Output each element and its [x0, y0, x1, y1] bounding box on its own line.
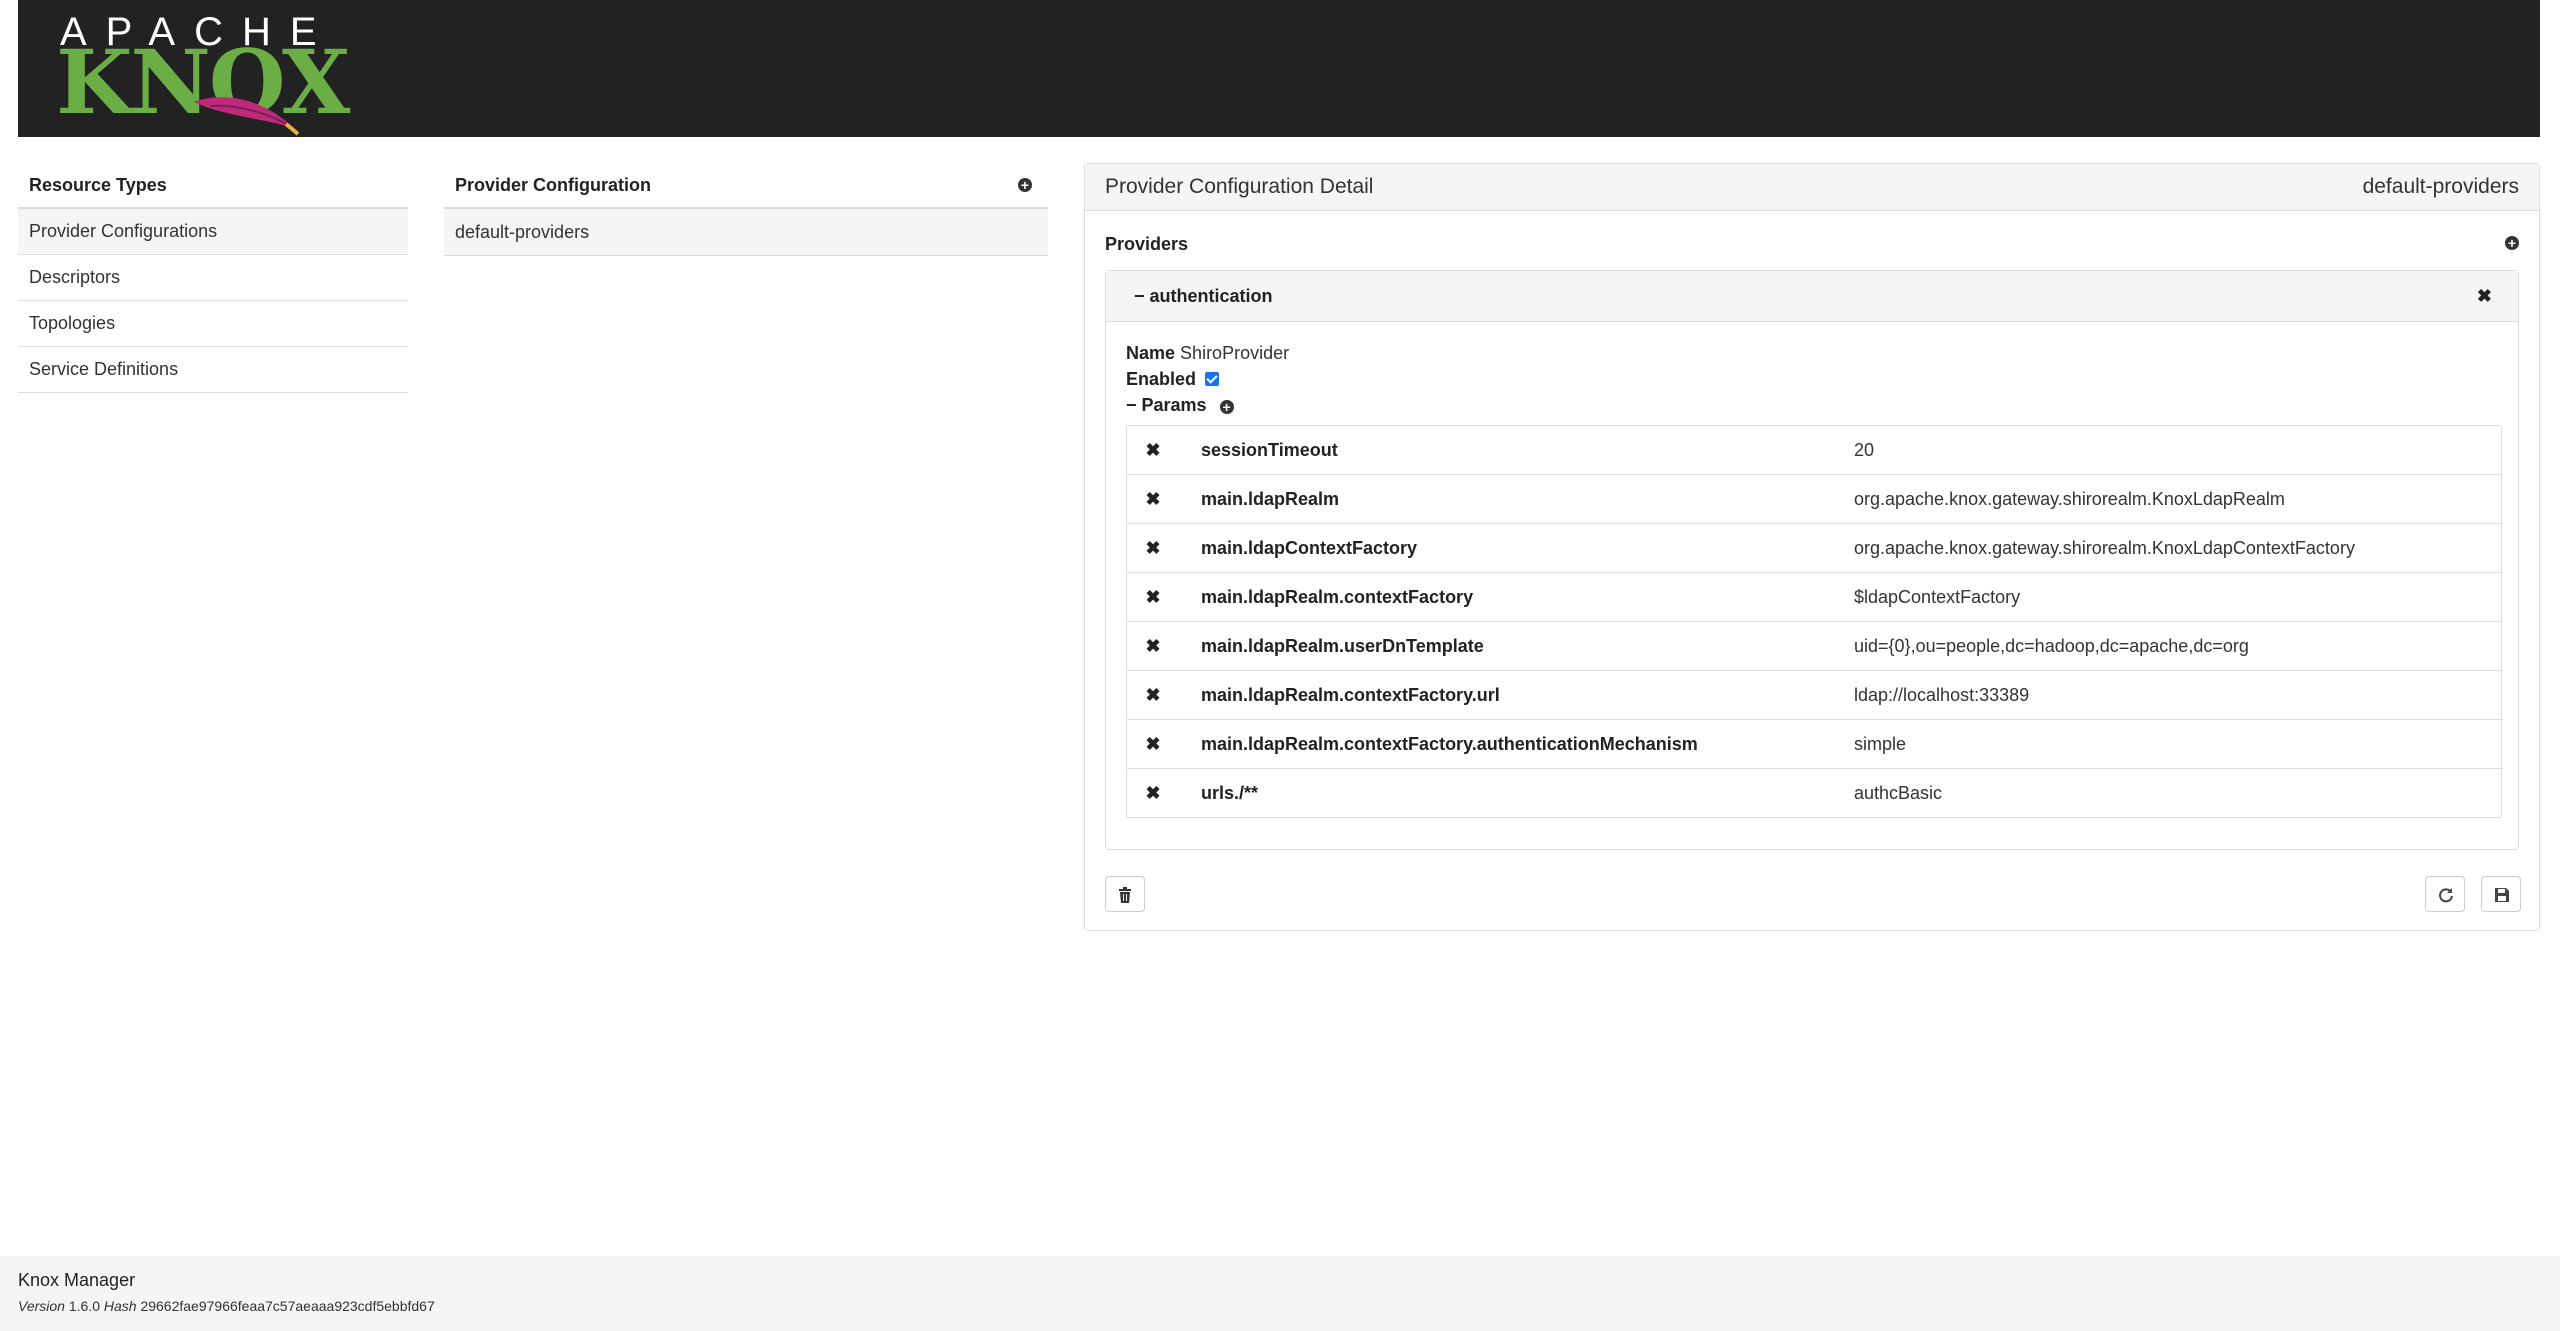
sidebar-item-descriptors[interactable]: Descriptors	[18, 255, 408, 301]
trash-icon	[1119, 887, 1131, 903]
param-value[interactable]: org.apache.knox.gateway.shirorealm.KnoxL…	[1854, 475, 2285, 523]
param-row: ✖ main.ldapRealm.contextFactory.authenti…	[1127, 720, 2501, 769]
provider-name-row: Name ShiroProvider	[1126, 343, 1289, 364]
remove-param-close-icon[interactable]: ✖	[1143, 426, 1163, 474]
param-value[interactable]: 20	[1854, 426, 1874, 474]
param-row: ✖ main.ldapContextFactory org.apache.kno…	[1127, 524, 2501, 573]
delete-config-button[interactable]	[1105, 876, 1145, 912]
footer-version-info: Version 1.6.0 Hash 29662fae97966feaa7c57…	[18, 1298, 435, 1314]
remove-param-close-icon[interactable]: ✖	[1143, 671, 1163, 719]
param-key: main.ldapContextFactory	[1201, 538, 1418, 558]
param-row: ✖ sessionTimeout 20	[1127, 426, 2501, 475]
param-value[interactable]: authcBasic	[1854, 769, 1942, 817]
provider-role-toggle[interactable]: − authentication	[1134, 286, 1273, 306]
remove-param-close-icon[interactable]: ✖	[1143, 524, 1163, 572]
params-toggle[interactable]: − Params	[1126, 395, 1207, 415]
version-value: 1.6.0	[68, 1298, 100, 1314]
sidebar-item-provider-configurations[interactable]: Provider Configurations	[18, 209, 408, 255]
provider-name-value: ShiroProvider	[1180, 343, 1290, 363]
provider-config-item-default-providers[interactable]: default-providers	[444, 209, 1048, 256]
param-row: ✖ main.ldapRealm.userDnTemplate uid={0},…	[1127, 622, 2501, 671]
detail-header: Provider Configuration Detail default-pr…	[1085, 164, 2539, 211]
params-table: ✖ sessionTimeout 20 ✖ main.ldapRealm org…	[1126, 425, 2502, 818]
detail-config-name: default-providers	[2362, 175, 2519, 198]
apache-feather-icon	[194, 97, 300, 136]
param-value[interactable]: simple	[1854, 720, 1906, 768]
footer-app-name: Knox Manager	[18, 1270, 136, 1290]
add-provider-plus-circle-icon[interactable]: +	[2505, 236, 2519, 250]
provider-enabled-label: Enabled	[1126, 369, 1197, 389]
remove-param-close-icon[interactable]: ✖	[1143, 622, 1163, 670]
param-key: urls./**	[1201, 783, 1259, 803]
remove-param-close-icon[interactable]: ✖	[1143, 769, 1163, 817]
detail-title: Provider Configuration Detail	[1105, 175, 1374, 198]
sidebar-item-service-definitions[interactable]: Service Definitions	[18, 347, 408, 393]
param-key: sessionTimeout	[1201, 440, 1338, 460]
remove-param-close-icon[interactable]: ✖	[1143, 475, 1163, 523]
remove-provider-close-icon[interactable]: ✖	[2477, 271, 2492, 321]
param-key: main.ldapRealm.userDnTemplate	[1201, 636, 1484, 656]
providers-label: Providers	[1105, 234, 1189, 254]
remove-param-close-icon[interactable]: ✖	[1143, 720, 1163, 768]
provider-enabled-checkbox[interactable]	[1205, 372, 1220, 386]
param-row: ✖ main.ldapRealm.contextFactory.url ldap…	[1127, 671, 2501, 720]
param-key: main.ldapRealm.contextFactory.authentica…	[1201, 734, 1698, 754]
param-key: main.ldapRealm.contextFactory	[1201, 587, 1474, 607]
authentication-provider-panel: − authentication ✖ Name ShiroProvider En…	[1105, 270, 2519, 850]
provider-enabled-row: Enabled	[1126, 369, 1220, 390]
hash-value: 29662fae97966feaa7c57aeaaa923cdf5ebbfd67	[140, 1298, 435, 1314]
param-value[interactable]: ldap://localhost:33389	[1854, 671, 2029, 719]
sidebar-title: Resource Types	[18, 163, 408, 209]
add-param-plus-circle-icon[interactable]: +	[1219, 400, 1234, 414]
authentication-provider-header[interactable]: − authentication ✖	[1106, 271, 2518, 322]
sidebar-item-topologies[interactable]: Topologies	[18, 301, 408, 347]
resource-types-sidebar: Resource Types Provider Configurations D…	[18, 163, 408, 393]
refresh-config-button[interactable]	[2425, 876, 2465, 912]
param-row: ✖ main.ldapRealm.contextFactory $ldapCon…	[1127, 573, 2501, 622]
param-value[interactable]: uid={0},ou=people,dc=hadoop,dc=apache,dc…	[1854, 622, 2249, 670]
floppy-disk-icon	[2495, 888, 2509, 902]
provider-configuration-detail: Provider Configuration Detail default-pr…	[1084, 163, 2540, 931]
provider-configuration-list: Provider Configuration + default-provide…	[444, 163, 1048, 256]
param-row: ✖ urls./** authcBasic	[1127, 769, 2501, 817]
provider-list-title: Provider Configuration	[455, 175, 652, 195]
hash-label: Hash	[103, 1298, 137, 1314]
param-key: main.ldapRealm	[1201, 489, 1340, 509]
params-row: − Params +	[1126, 395, 1234, 416]
remove-param-close-icon[interactable]: ✖	[1143, 573, 1163, 621]
version-label: Version	[18, 1298, 65, 1314]
provider-name-label: Name	[1126, 343, 1176, 363]
param-key: main.ldapRealm.contextFactory.url	[1201, 685, 1500, 705]
param-value[interactable]: $ldapContextFactory	[1854, 573, 2020, 621]
app-header: APACHE KNOX	[18, 0, 2540, 137]
add-provider-config-plus-circle-icon[interactable]: +	[1018, 178, 1032, 192]
param-row: ✖ main.ldapRealm org.apache.knox.gateway…	[1127, 475, 2501, 524]
provider-list-header: Provider Configuration +	[444, 163, 1048, 209]
apache-knox-logo: APACHE KNOX	[40, 8, 350, 136]
app-footer: Knox Manager Version 1.6.0 Hash 29662fae…	[0, 1256, 2560, 1331]
save-config-button[interactable]	[2481, 876, 2521, 912]
refresh-icon	[2439, 888, 2453, 903]
param-value[interactable]: org.apache.knox.gateway.shirorealm.KnoxL…	[1854, 524, 2355, 572]
